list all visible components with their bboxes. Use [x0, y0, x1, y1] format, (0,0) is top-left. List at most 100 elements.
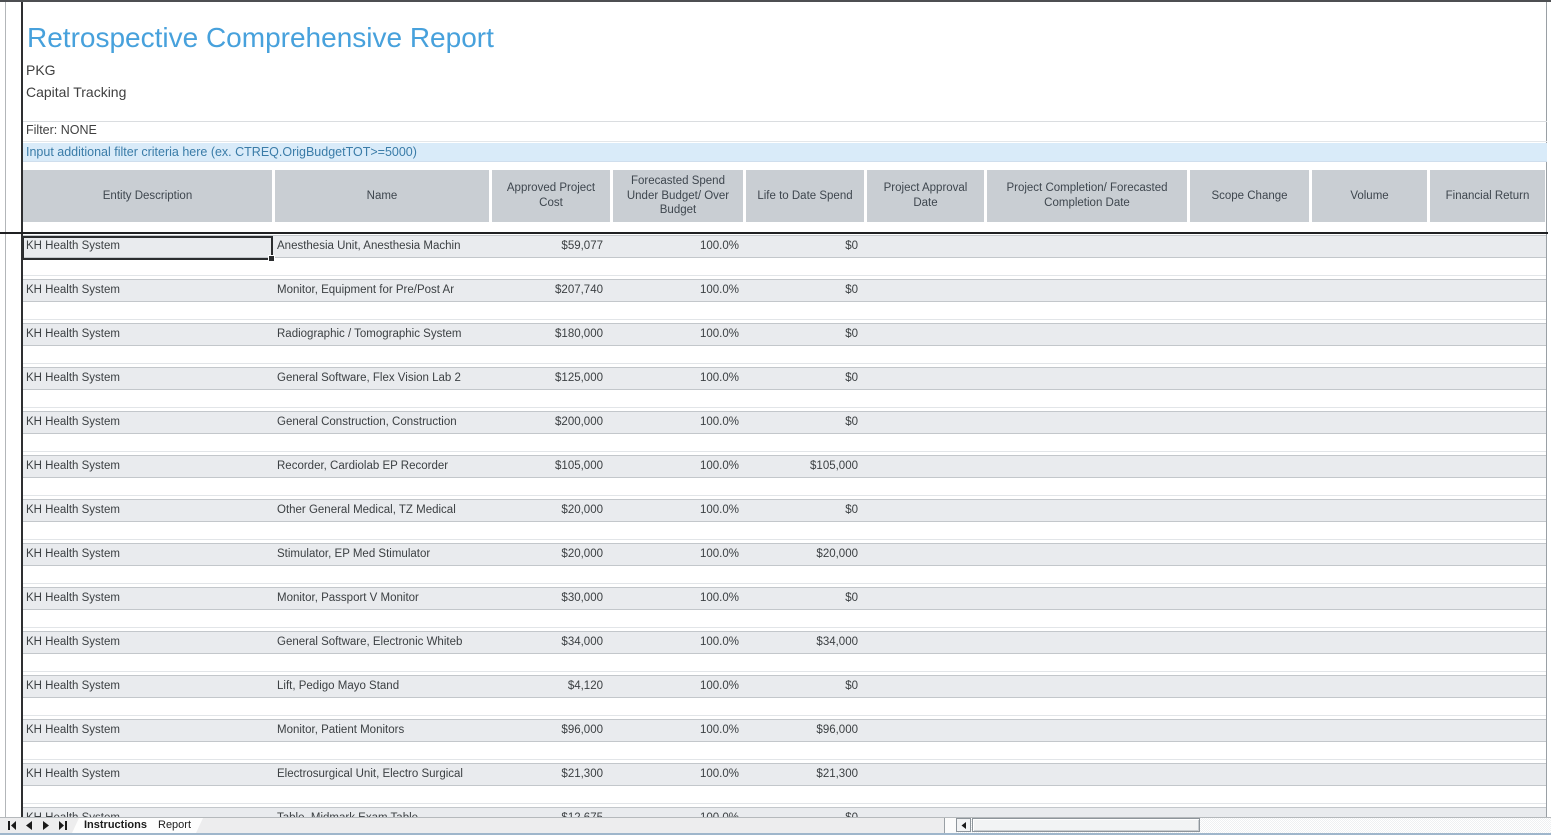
column-header-forecasted-spend[interactable]: Forecasted Spend Under Budget/ Over Budg…: [613, 170, 743, 222]
cell-approved-project-cost[interactable]: $125,000: [492, 368, 603, 389]
cell-name[interactable]: General Construction, Construction: [277, 412, 489, 433]
cell-life-to-date-spend[interactable]: $34,000: [746, 632, 858, 653]
cell-forecasted-spend[interactable]: 100.0%: [613, 500, 739, 521]
cell-forecasted-spend[interactable]: 100.0%: [613, 456, 739, 477]
cell-life-to-date-spend[interactable]: $0: [746, 500, 858, 521]
table-row[interactable]: KH Health SystemGeneral Construction, Co…: [23, 411, 1546, 434]
table-row[interactable]: KH Health SystemRadiographic / Tomograph…: [23, 323, 1546, 346]
cell-name[interactable]: Electrosurgical Unit, Electro Surgical: [277, 764, 489, 785]
cell-entity-description[interactable]: KH Health System: [26, 236, 272, 257]
sheet-tab-instructions[interactable]: Instructions: [72, 818, 159, 833]
cell-forecasted-spend[interactable]: 100.0%: [613, 632, 739, 653]
cell-name[interactable]: Monitor, Passport V Monitor: [277, 588, 489, 609]
cell-name[interactable]: Anesthesia Unit, Anesthesia Machin: [277, 236, 489, 257]
tab-scrollbar-split-handle[interactable]: [944, 818, 956, 833]
cell-entity-description[interactable]: KH Health System: [26, 280, 272, 301]
table-row[interactable]: KH Health SystemLift, Pedigo Mayo Stand$…: [23, 675, 1546, 698]
cell-name[interactable]: Radiographic / Tomographic System: [277, 324, 489, 345]
sheet-tab-report[interactable]: Report: [146, 818, 203, 833]
cell-forecasted-spend[interactable]: 100.0%: [613, 236, 739, 257]
column-header-name[interactable]: Name: [275, 170, 489, 222]
table-row[interactable]: KH Health SystemOther General Medical, T…: [23, 499, 1546, 522]
cell-life-to-date-spend[interactable]: $0: [746, 412, 858, 433]
cell-forecasted-spend[interactable]: 100.0%: [613, 368, 739, 389]
cell-entity-description[interactable]: KH Health System: [26, 456, 272, 477]
first-sheet-icon[interactable]: [4, 819, 19, 832]
cell-life-to-date-spend[interactable]: $0: [746, 324, 858, 345]
cell-approved-project-cost[interactable]: $96,000: [492, 720, 603, 741]
cell-approved-project-cost[interactable]: $20,000: [492, 500, 603, 521]
cell-life-to-date-spend[interactable]: $0: [746, 588, 858, 609]
cell-name[interactable]: Other General Medical, TZ Medical: [277, 500, 489, 521]
cell-life-to-date-spend[interactable]: $0: [746, 808, 858, 817]
table-row[interactable]: KH Health SystemMonitor, Passport V Moni…: [23, 587, 1546, 610]
cell-life-to-date-spend[interactable]: $0: [746, 676, 858, 697]
table-row[interactable]: KH Health SystemRecorder, Cardiolab EP R…: [23, 455, 1546, 478]
horizontal-scrollbar-thumb[interactable]: [972, 818, 1200, 832]
column-header-approved-project-cost[interactable]: Approved Project Cost: [492, 170, 610, 222]
cell-life-to-date-spend[interactable]: $0: [746, 368, 858, 389]
cell-forecasted-spend[interactable]: 100.0%: [613, 280, 739, 301]
column-header-entity-description[interactable]: Entity Description: [23, 170, 272, 222]
cell-approved-project-cost[interactable]: $34,000: [492, 632, 603, 653]
cell-entity-description[interactable]: KH Health System: [26, 324, 272, 345]
table-row[interactable]: KH Health SystemMonitor, Patient Monitor…: [23, 719, 1546, 742]
cell-entity-description[interactable]: KH Health System: [26, 808, 272, 817]
cell-life-to-date-spend[interactable]: $21,300: [746, 764, 858, 785]
column-header-financial-return[interactable]: Financial Return: [1430, 170, 1545, 222]
cell-entity-description[interactable]: KH Health System: [26, 412, 272, 433]
cell-life-to-date-spend[interactable]: $0: [746, 280, 858, 301]
cell-name[interactable]: Lift, Pedigo Mayo Stand: [277, 676, 489, 697]
scroll-left-icon[interactable]: [956, 818, 971, 832]
cell-entity-description[interactable]: KH Health System: [26, 544, 272, 565]
column-header-project-approval-date[interactable]: Project Approval Date: [867, 170, 984, 222]
table-row[interactable]: KH Health SystemGeneral Software, Electr…: [23, 631, 1546, 654]
cell-approved-project-cost[interactable]: $207,740: [492, 280, 603, 301]
cell-approved-project-cost[interactable]: $12,675: [492, 808, 603, 817]
table-row[interactable]: KH Health SystemStimulator, EP Med Stimu…: [23, 543, 1546, 566]
table-row[interactable]: KH Health SystemElectrosurgical Unit, El…: [23, 763, 1546, 786]
cell-name[interactable]: Table, Midmark Exam Table: [277, 808, 489, 817]
cell-forecasted-spend[interactable]: 100.0%: [613, 324, 739, 345]
prev-sheet-icon[interactable]: [21, 819, 36, 832]
cell-forecasted-spend[interactable]: 100.0%: [613, 412, 739, 433]
column-header-life-to-date-spend[interactable]: Life to Date Spend: [746, 170, 864, 222]
cell-entity-description[interactable]: KH Health System: [26, 676, 272, 697]
cell-forecasted-spend[interactable]: 100.0%: [613, 676, 739, 697]
cell-approved-project-cost[interactable]: $21,300: [492, 764, 603, 785]
cell-approved-project-cost[interactable]: $180,000: [492, 324, 603, 345]
cell-entity-description[interactable]: KH Health System: [26, 764, 272, 785]
filter-criteria-input[interactable]: Input additional filter criteria here (e…: [23, 143, 1547, 162]
table-row[interactable]: KH Health SystemAnesthesia Unit, Anesthe…: [23, 235, 1546, 258]
cell-life-to-date-spend[interactable]: $20,000: [746, 544, 858, 565]
cell-entity-description[interactable]: KH Health System: [26, 588, 272, 609]
last-sheet-icon[interactable]: [55, 819, 70, 832]
table-row[interactable]: KH Health SystemMonitor, Equipment for P…: [23, 279, 1546, 302]
cell-approved-project-cost[interactable]: $30,000: [492, 588, 603, 609]
cell-approved-project-cost[interactable]: $105,000: [492, 456, 603, 477]
table-row[interactable]: KH Health System Table, Midmark Exam Tabl…: [23, 807, 1546, 817]
column-header-volume[interactable]: Volume: [1312, 170, 1427, 222]
cell-life-to-date-spend[interactable]: $96,000: [746, 720, 858, 741]
column-header-scope-change[interactable]: Scope Change: [1190, 170, 1309, 222]
cell-name[interactable]: Monitor, Patient Monitors: [277, 720, 489, 741]
cell-approved-project-cost[interactable]: $4,120: [492, 676, 603, 697]
next-sheet-icon[interactable]: [38, 819, 53, 832]
cell-forecasted-spend[interactable]: 100.0%: [613, 588, 739, 609]
table-row[interactable]: KH Health SystemGeneral Software, Flex V…: [23, 367, 1546, 390]
cell-approved-project-cost[interactable]: $200,000: [492, 412, 603, 433]
column-header-project-completion-date[interactable]: Project Completion/ Forecasted Completio…: [987, 170, 1187, 222]
cell-entity-description[interactable]: KH Health System: [26, 632, 272, 653]
cell-name[interactable]: Recorder, Cardiolab EP Recorder: [277, 456, 489, 477]
cell-name[interactable]: General Software, Flex Vision Lab 2: [277, 368, 489, 389]
cell-forecasted-spend[interactable]: 100.0%: [613, 720, 739, 741]
cell-name[interactable]: Stimulator, EP Med Stimulator: [277, 544, 489, 565]
cell-entity-description[interactable]: KH Health System: [26, 368, 272, 389]
cell-life-to-date-spend[interactable]: $105,000: [746, 456, 858, 477]
cell-name[interactable]: Monitor, Equipment for Pre/Post Ar: [277, 280, 489, 301]
cell-entity-description[interactable]: KH Health System: [26, 500, 272, 521]
cell-forecasted-spend[interactable]: 100.0%: [613, 764, 739, 785]
cell-forecasted-spend[interactable]: 100.0%: [613, 544, 739, 565]
cell-forecasted-spend[interactable]: 100.0%: [613, 808, 739, 817]
cell-approved-project-cost[interactable]: $20,000: [492, 544, 603, 565]
